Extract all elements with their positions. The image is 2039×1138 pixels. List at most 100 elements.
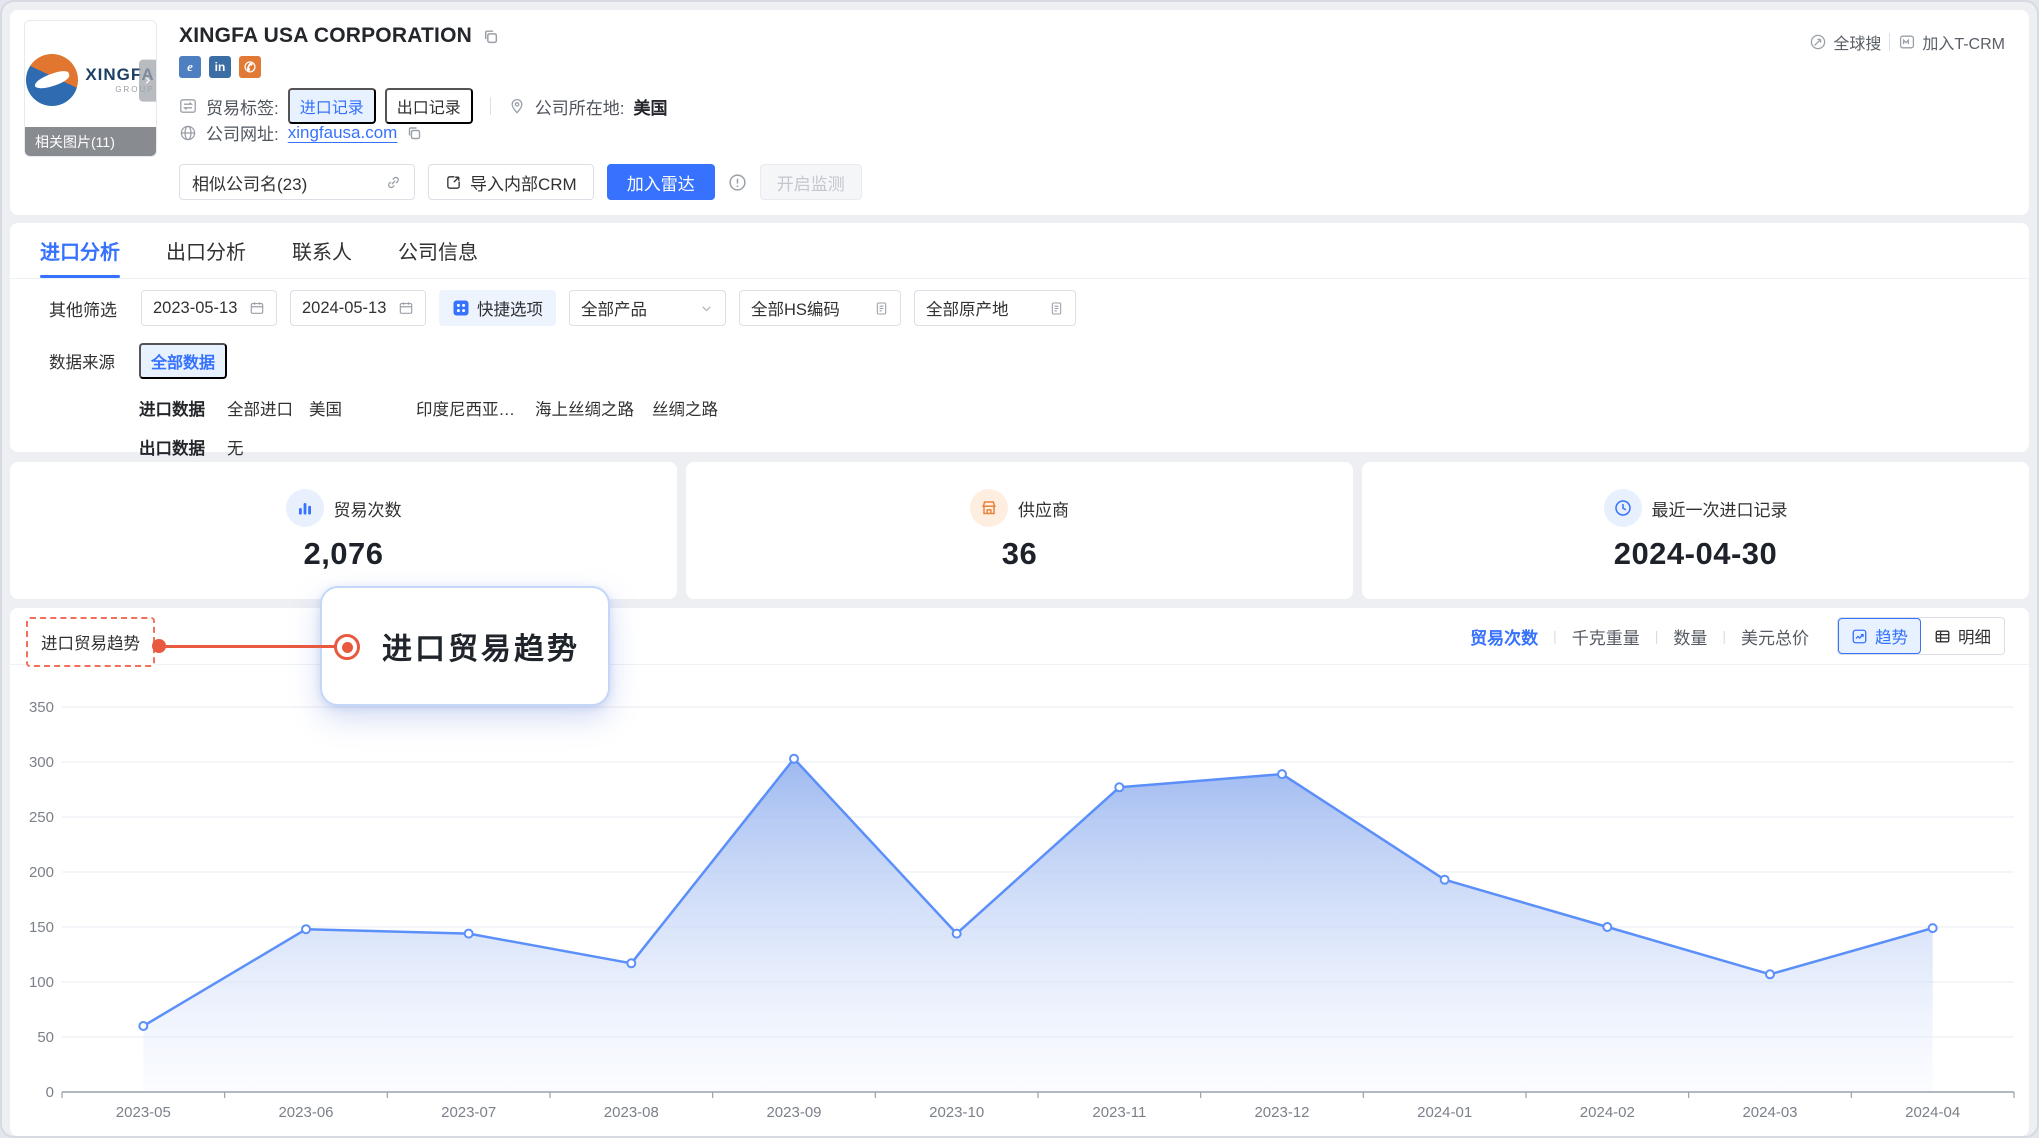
export-data-value: 无: [227, 435, 244, 459]
app-window: XINGFA GROUP › 相关图片(11) XINGFA USA CORPO…: [0, 0, 2039, 1138]
calendar-icon: [249, 300, 265, 316]
view-trend-button[interactable]: 趋势: [1838, 618, 1921, 654]
import-data-row: 进口数据 全部进口 美国 印度尼西亚… 海上丝绸之路 丝绸之路: [10, 396, 2029, 420]
source-item[interactable]: 海上丝绸之路: [535, 396, 634, 420]
svg-text:2023-06: 2023-06: [278, 1104, 333, 1121]
phone-icon[interactable]: ✆: [239, 56, 261, 78]
import-record-tag[interactable]: 进口记录: [288, 88, 376, 124]
svg-text:100: 100: [29, 974, 54, 991]
metric-switcher: 贸易次数 | 千克重量 | 数量 | 美元总价: [1470, 624, 1809, 649]
join-tcrm-link[interactable]: 加入T-CRM: [1898, 30, 2005, 54]
tab-export-analysis[interactable]: 出口分析: [166, 223, 246, 278]
svg-text:350: 350: [29, 699, 54, 716]
chevron-down-icon: [699, 301, 714, 316]
import-icon: [445, 174, 462, 191]
origin-select[interactable]: 全部原产地: [914, 290, 1076, 326]
source-item[interactable]: 印度尼西亚…: [416, 396, 515, 420]
stat-card-latest-import: 最近一次进口记录 2024-04-30: [1362, 462, 2029, 599]
globe-icon: [179, 124, 197, 142]
quick-options-icon: [452, 299, 470, 317]
linkedin-icon[interactable]: in: [209, 56, 231, 78]
similar-companies-button[interactable]: 相似公司名(23): [179, 164, 415, 200]
logo-globe-icon: [26, 54, 78, 106]
metric-quantity[interactable]: 数量: [1673, 624, 1707, 649]
other-filter-label: 其他筛选: [49, 296, 128, 321]
source-item[interactable]: 全部进口: [227, 396, 293, 420]
trend-icon: [1851, 628, 1868, 645]
calendar-icon: [398, 300, 414, 316]
tcrm-icon: [1898, 33, 1916, 51]
copy-company-name-icon[interactable]: [482, 28, 499, 45]
website-icon[interactable]: e: [179, 56, 201, 78]
tab-import-analysis[interactable]: 进口分析: [40, 223, 120, 278]
svg-text:2024-04: 2024-04: [1905, 1104, 1960, 1121]
quick-options-button[interactable]: 快捷选项: [439, 290, 556, 326]
source-item[interactable]: 美国: [309, 396, 342, 420]
website-link[interactable]: xingfausa.com: [288, 123, 398, 143]
view-toggle: 趋势 明细: [1837, 617, 2005, 655]
stats-row: 贸易次数 2,076 供应商 36 最近一次进口记录 2024-04-30: [10, 462, 2029, 599]
table-icon: [1934, 628, 1951, 645]
trade-tag-icon: [179, 97, 197, 115]
tab-contacts[interactable]: 联系人: [292, 223, 352, 278]
svg-text:2023-12: 2023-12: [1254, 1104, 1309, 1121]
view-detail-button[interactable]: 明细: [1921, 618, 2004, 654]
data-source-label: 数据来源: [49, 349, 139, 373]
location-pin-icon: [508, 97, 526, 115]
location-value: 美国: [634, 94, 668, 119]
stat-value: 2,076: [303, 536, 383, 572]
global-search-link[interactable]: 全球搜: [1809, 30, 1881, 54]
svg-text:50: 50: [37, 1029, 54, 1046]
stat-label: 供应商: [1018, 496, 1069, 521]
date-start-input[interactable]: 2023-05-13: [141, 290, 277, 326]
source-item[interactable]: 丝绸之路: [652, 396, 718, 420]
document-icon: [874, 301, 889, 316]
date-end-input[interactable]: 2024-05-13: [290, 290, 426, 326]
divider: [490, 97, 491, 115]
metric-trade-count[interactable]: 贸易次数: [1470, 624, 1538, 649]
trend-chart-svg[interactable]: 0501001502002503003502023-052023-062023-…: [10, 665, 2033, 1135]
tab-company-info[interactable]: 公司信息: [398, 223, 478, 278]
supplier-icon: [970, 489, 1008, 527]
svg-text:2023-11: 2023-11: [1092, 1104, 1146, 1121]
location-label: 公司所在地:: [535, 94, 625, 119]
info-icon[interactable]: [728, 173, 747, 192]
svg-text:2024-03: 2024-03: [1742, 1104, 1797, 1121]
metric-usd-total[interactable]: 美元总价: [1741, 624, 1809, 649]
copy-website-icon[interactable]: [406, 125, 422, 141]
all-data-chip[interactable]: 全部数据: [139, 343, 227, 379]
start-monitor-button[interactable]: 开启监测: [760, 164, 862, 200]
stat-card-suppliers: 供应商 36: [686, 462, 1353, 599]
document-icon: [1049, 301, 1064, 316]
related-images-label[interactable]: 相关图片(11): [25, 127, 156, 156]
stat-label: 贸易次数: [334, 496, 402, 521]
product-select[interactable]: 全部产品: [569, 290, 726, 326]
website-label: 公司网址:: [206, 120, 279, 145]
svg-text:2023-09: 2023-09: [766, 1104, 821, 1121]
company-logo[interactable]: XINGFA GROUP › 相关图片(11): [24, 20, 157, 157]
export-record-tag[interactable]: 出口记录: [385, 88, 473, 124]
import-data-label: 进口数据: [139, 396, 207, 420]
bar-chart-icon: [286, 489, 324, 527]
export-data-label: 出口数据: [139, 435, 207, 459]
metric-kg-weight[interactable]: 千克重量: [1572, 624, 1640, 649]
svg-text:2023-07: 2023-07: [441, 1104, 496, 1121]
add-radar-button[interactable]: 加入雷达: [607, 164, 715, 200]
chart-header: 进口贸易趋势 贸易次数 | 千克重量 | 数量 | 美元总价 趋势 明细: [10, 608, 2029, 665]
divider: [1889, 33, 1890, 51]
analysis-card: 进口分析 出口分析 联系人 公司信息 其他筛选 2023-05-13 2024-…: [10, 223, 2029, 452]
svg-text:2023-05: 2023-05: [116, 1104, 171, 1121]
trend-section-title: 进口贸易趋势: [26, 617, 155, 667]
svg-text:200: 200: [29, 864, 54, 881]
import-crm-button[interactable]: 导入内部CRM: [428, 164, 594, 200]
svg-text:2023-08: 2023-08: [604, 1104, 659, 1121]
data-source-row: 数据来源 全部数据: [10, 343, 2029, 379]
hs-code-select[interactable]: 全部HS编码: [739, 290, 901, 326]
stat-label: 最近一次进口记录: [1652, 496, 1788, 521]
tab-bar: 进口分析 出口分析 联系人 公司信息: [10, 223, 2029, 279]
company-name: XINGFA USA CORPORATION: [179, 24, 472, 48]
stat-card-trade-count: 贸易次数 2,076: [10, 462, 677, 599]
svg-text:150: 150: [29, 919, 54, 936]
company-header-card: XINGFA GROUP › 相关图片(11) XINGFA USA CORPO…: [10, 10, 2029, 215]
logo-next-arrow[interactable]: ›: [139, 59, 156, 101]
